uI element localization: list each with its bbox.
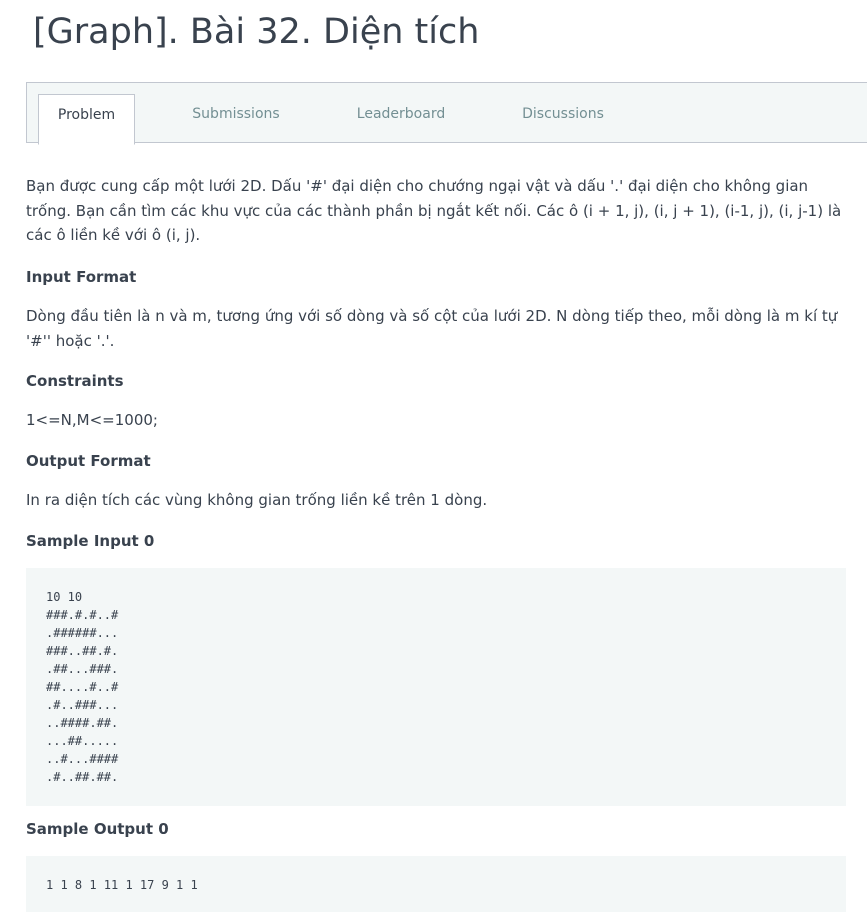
output-format-heading: Output Format: [26, 452, 151, 470]
sample-output-block: 1 1 8 1 11 1 17 9 1 1: [26, 856, 846, 912]
tab-discussions[interactable]: Discussions: [507, 94, 619, 144]
sample-input-code: 10 10 ###.#.#..# .######... ###..##.#. .…: [46, 590, 119, 784]
sample-output-heading: Sample Output 0: [26, 820, 169, 838]
page-title: [Graph]. Bài 32. Diện tích: [33, 12, 480, 52]
problem-page: [Graph]. Bài 32. Diện tích Problem Submi…: [0, 0, 867, 912]
input-format-heading: Input Format: [26, 268, 137, 286]
tab-leaderboard[interactable]: Leaderboard: [342, 94, 460, 144]
sample-input-heading: Sample Input 0: [26, 532, 155, 550]
input-format-text: Dòng đầu tiên là n và m, tương ứng với s…: [26, 307, 838, 350]
tab-problem[interactable]: Problem: [38, 94, 135, 145]
output-format-text: In ra diện tích các vùng không gian trốn…: [26, 491, 488, 509]
tab-submissions[interactable]: Submissions: [177, 94, 295, 144]
constraints-heading: Constraints: [26, 372, 124, 390]
problem-statement: Bạn được cung cấp một lưới 2D. Dấu '#' đ…: [26, 174, 856, 248]
sample-output-code: 1 1 8 1 11 1 17 9 1 1: [46, 878, 198, 892]
problem-tabs: Problem Submissions Leaderboard Discussi…: [26, 82, 867, 145]
sample-input-block: 10 10 ###.#.#..# .######... ###..##.#. .…: [26, 568, 846, 806]
constraints-text: 1<=N,M<=1000;: [26, 411, 158, 429]
problem-description: Bạn được cung cấp một lưới 2D. Dấu '#' đ…: [26, 177, 842, 244]
